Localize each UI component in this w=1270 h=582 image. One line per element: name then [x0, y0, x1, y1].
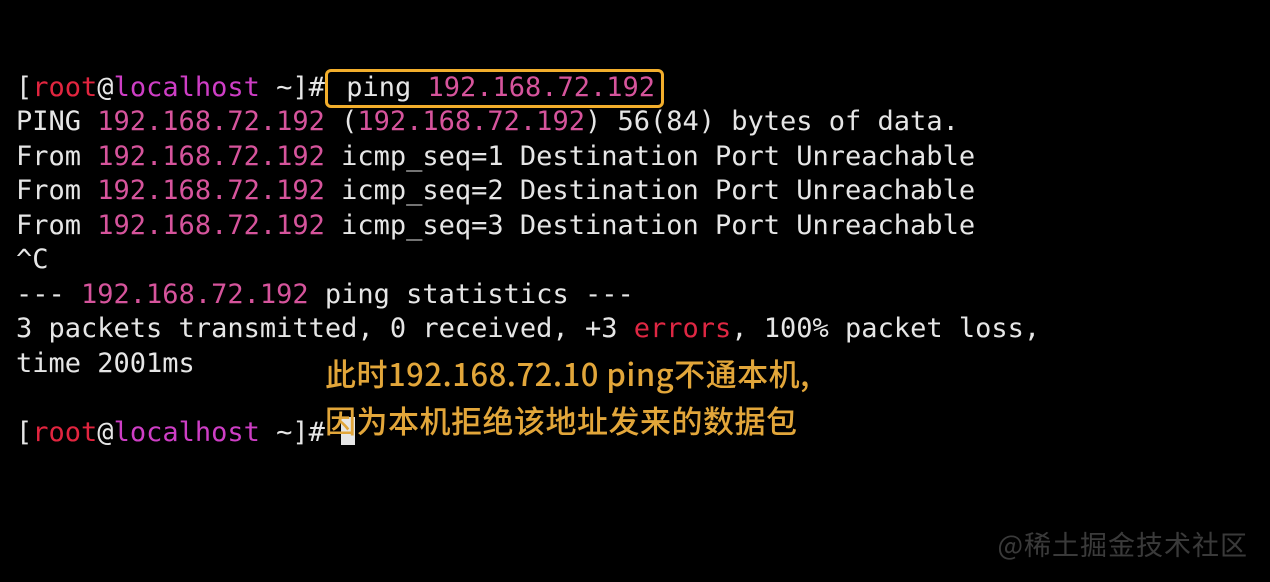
ip: 192.168.72.192 — [97, 141, 325, 172]
space — [330, 72, 346, 103]
text: ping statistics --- — [309, 279, 634, 310]
prompt-hash: # — [309, 72, 325, 103]
ping-summary-2: time 2001ms — [16, 348, 195, 379]
ip: 192.168.72.192 — [97, 106, 325, 137]
prompt-line-1: [root@localhost ~]# ping 192.168.72.192 — [16, 69, 664, 108]
text: From — [16, 210, 97, 241]
ping-stats-header: --- 192.168.72.192 ping statistics --- — [16, 279, 634, 310]
watermark: @稀土掘金技术社区 — [997, 527, 1248, 562]
ip: 192.168.72.192 — [357, 106, 585, 137]
text: 3 packets transmitted, 0 received, +3 — [16, 313, 634, 344]
annotation-line-1: 此时192.168.72.10 ping不通本机, — [325, 350, 810, 397]
ip: 192.168.72.192 — [97, 210, 325, 241]
errors-word: errors — [634, 313, 732, 344]
text: From — [16, 175, 97, 206]
text: PING — [16, 106, 97, 137]
prompt-host: localhost — [114, 72, 260, 103]
ping-summary-1: 3 packets transmitted, 0 received, +3 er… — [16, 313, 1040, 344]
ping-reply-2: From 192.168.72.192 icmp_seq=2 Destinati… — [16, 175, 975, 206]
ctrl-c: ^C — [16, 244, 49, 275]
bracket: [ — [16, 417, 32, 448]
bracket: ] — [292, 72, 308, 103]
cmd-ip: 192.168.72.192 — [427, 72, 655, 103]
text: icmp_seq=1 Destination Port Unreachable — [325, 141, 975, 172]
ip: 192.168.72.192 — [97, 175, 325, 206]
prompt-user: root — [32, 72, 97, 103]
at-sign: @ — [97, 72, 113, 103]
annotation-overlay: 此时192.168.72.10 ping不通本机, 因为本机拒绝该地址发来的数据… — [325, 350, 810, 443]
prompt-host: localhost — [114, 417, 260, 448]
text: icmp_seq=2 Destination Port Unreachable — [325, 175, 975, 206]
space — [411, 72, 427, 103]
prompt-line-2: [root@localhost ~]# — [16, 417, 355, 448]
text: , 100% packet loss, — [731, 313, 1040, 344]
prompt-path: ~ — [260, 72, 293, 103]
text: From — [16, 141, 97, 172]
annotation-line-2: 因为本机拒绝该地址发来的数据包 — [325, 397, 810, 444]
prompt-user: root — [32, 417, 97, 448]
text: icmp_seq=3 Destination Port Unreachable — [325, 210, 975, 241]
bracket: [ — [16, 72, 32, 103]
at-sign: @ — [97, 417, 113, 448]
bracket: ] — [292, 417, 308, 448]
prompt-path: ~ — [260, 417, 293, 448]
text: ) 56(84) bytes of data. — [585, 106, 959, 137]
cmd-ping: ping — [346, 72, 411, 103]
ip: 192.168.72.192 — [81, 279, 309, 310]
highlight-box: ping 192.168.72.192 — [325, 69, 664, 108]
text: ( — [325, 106, 358, 137]
ping-header: PING 192.168.72.192 (192.168.72.192) 56(… — [16, 106, 959, 137]
ping-reply-3: From 192.168.72.192 icmp_seq=3 Destinati… — [16, 210, 975, 241]
ping-reply-1: From 192.168.72.192 icmp_seq=1 Destinati… — [16, 141, 975, 172]
text: --- — [16, 279, 81, 310]
